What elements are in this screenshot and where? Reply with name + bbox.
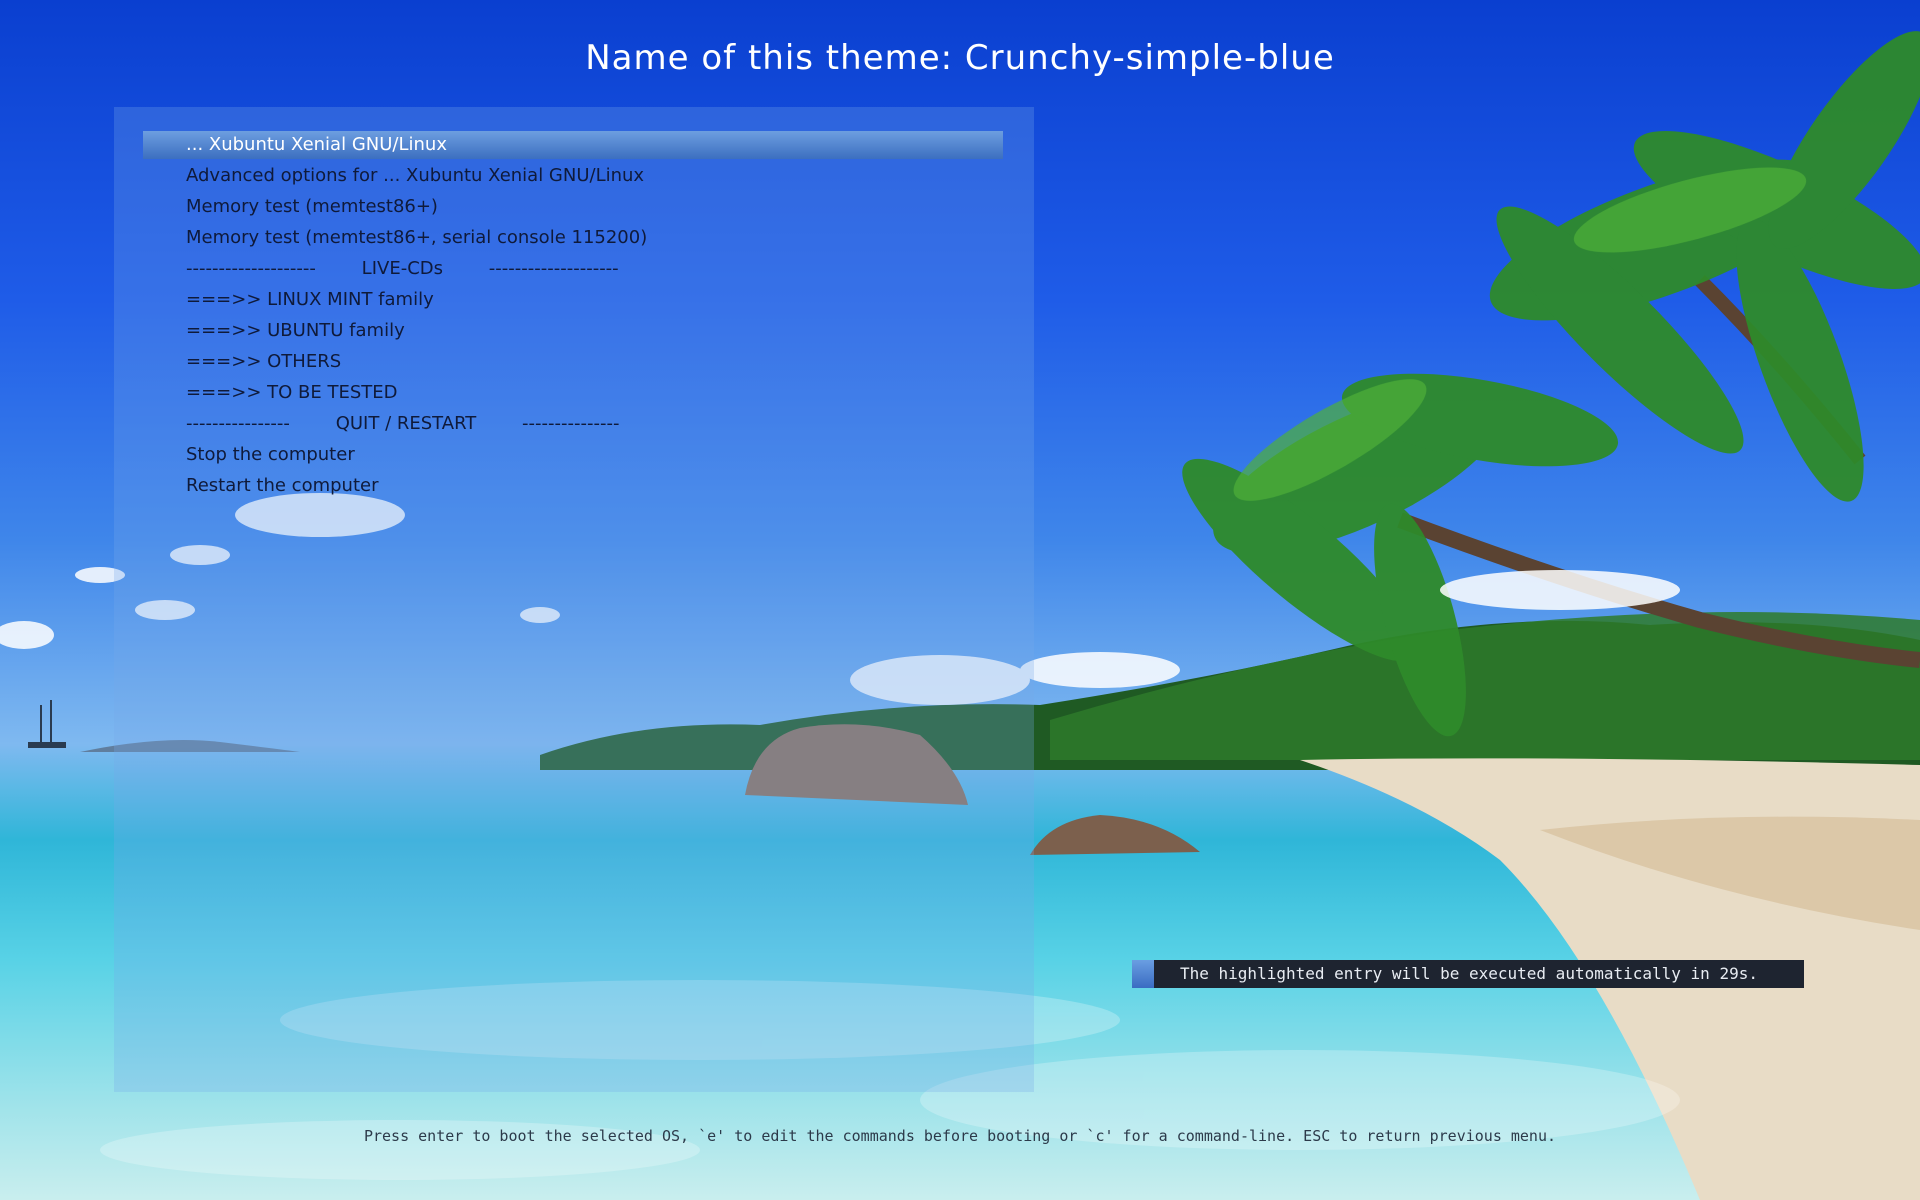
menu-item-to-be-tested[interactable]: ===>> TO BE TESTED bbox=[143, 379, 1003, 407]
menu-item-linux-mint-family[interactable]: ===>> LINUX MINT family bbox=[143, 286, 1003, 314]
menu-separator-live-cds[interactable]: -------------------- LIVE-CDs ----------… bbox=[143, 255, 1003, 283]
menu-item-label: -------------------- LIVE-CDs ----------… bbox=[186, 258, 619, 279]
menu-item-label: Memory test (memtest86+) bbox=[186, 196, 438, 217]
menu-item-label: ===>> OTHERS bbox=[186, 351, 342, 372]
menu-item-label: Stop the computer bbox=[186, 444, 355, 465]
countdown-bar: The highlighted entry will be executed a… bbox=[1132, 960, 1804, 988]
menu-item-label: Memory test (memtest86+, serial console … bbox=[186, 227, 648, 248]
menu-item-label: ===>> UBUNTU family bbox=[186, 320, 405, 341]
menu-item-stop-computer[interactable]: Stop the computer bbox=[143, 441, 1003, 469]
menu-item-label: ... Xubuntu Xenial GNU/Linux bbox=[186, 134, 447, 155]
menu-item-advanced-options[interactable]: Advanced options for ... Xubuntu Xenial … bbox=[143, 162, 1003, 190]
countdown-accent bbox=[1132, 960, 1154, 988]
menu-item-label: ===>> TO BE TESTED bbox=[186, 382, 398, 403]
menu-item-others[interactable]: ===>> OTHERS bbox=[143, 348, 1003, 376]
menu-item-memtest[interactable]: Memory test (memtest86+) bbox=[143, 193, 1003, 221]
theme-title: Name of this theme: Crunchy-simple-blue bbox=[585, 38, 1335, 78]
menu-item-label: Restart the computer bbox=[186, 475, 379, 496]
countdown-text: The highlighted entry will be executed a… bbox=[1180, 964, 1758, 983]
menu-item-label: ---------------- QUIT / RESTART --------… bbox=[186, 413, 620, 434]
menu-item-restart-computer[interactable]: Restart the computer bbox=[143, 472, 1003, 500]
menu-separator-quit-restart[interactable]: ---------------- QUIT / RESTART --------… bbox=[143, 410, 1003, 438]
menu-item-ubuntu-family[interactable]: ===>> UBUNTU family bbox=[143, 317, 1003, 345]
help-text: Press enter to boot the selected OS, `e'… bbox=[363, 1127, 1557, 1145]
menu-item-label: Advanced options for ... Xubuntu Xenial … bbox=[186, 165, 645, 186]
menu-item-xubuntu[interactable]: ... Xubuntu Xenial GNU/Linux bbox=[143, 131, 1003, 159]
menu-item-label: ===>> LINUX MINT family bbox=[186, 289, 434, 310]
menu-item-memtest-serial[interactable]: Memory test (memtest86+, serial console … bbox=[143, 224, 1003, 252]
